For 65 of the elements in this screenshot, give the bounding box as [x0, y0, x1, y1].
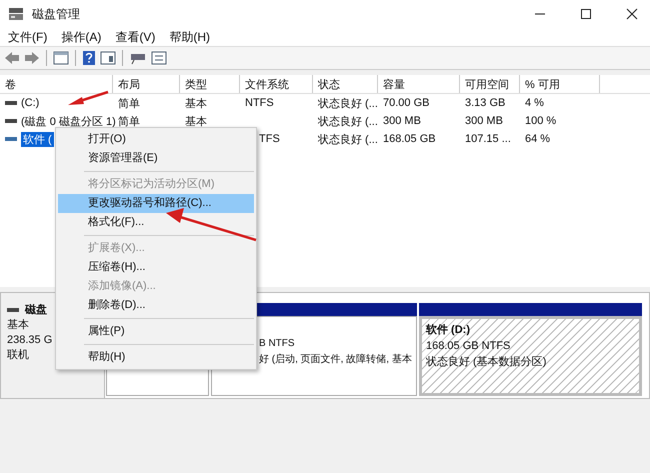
maximize-icon[interactable] [580, 8, 592, 20]
table-cell-text: 简单 [118, 96, 140, 110]
column-header[interactable]: % 可用 [520, 75, 600, 93]
table-cell: 300 MB [383, 115, 421, 127]
help-icon[interactable] [82, 50, 96, 66]
table-cell-text: 基本 [185, 114, 207, 128]
menu-item[interactable]: 属性(P) [58, 322, 254, 341]
forward-arrow-icon[interactable] [24, 51, 40, 65]
drive-icon [5, 100, 17, 106]
back-arrow-icon[interactable] [4, 51, 20, 65]
menu-item[interactable]: 文件(F) [8, 28, 48, 46]
volume-name[interactable]: (C:) [21, 97, 40, 109]
column-header[interactable]: 卷 [0, 75, 113, 93]
table-cell: 70.00 GB [383, 97, 430, 109]
column-header[interactable]: 状态 [313, 75, 378, 93]
window-title: 磁盘管理 [32, 6, 80, 22]
panel-icon[interactable] [53, 51, 69, 65]
column-header[interactable]: 文件系统 [240, 75, 313, 93]
column-header[interactable]: 类型 [180, 75, 240, 93]
table-cell-text: 状态良好 (... [318, 132, 378, 146]
column-header[interactable]: 布局 [113, 75, 180, 93]
annotation-arrow [68, 90, 108, 105]
menu-item[interactable]: 帮助(H) [169, 28, 210, 46]
table-cell: TFS [259, 133, 280, 145]
menu-item[interactable]: 删除卷(D)... [58, 296, 254, 315]
table-cell-text: 状态良好 (... [318, 96, 378, 110]
menu-item[interactable]: 打开(O) [58, 130, 254, 149]
partition-info: 状态良好 (基本数据分区) [426, 354, 546, 370]
volume-name[interactable]: 软件 ( [21, 132, 54, 146]
menu-item[interactable]: 更改驱动器号和路径(C)... [58, 194, 254, 213]
menu-item[interactable]: 帮助(H) [58, 348, 254, 367]
menu-item[interactable]: 格式化(F)... [58, 213, 254, 232]
table-cell-text: 简单 [118, 114, 140, 128]
volume-name[interactable]: (磁盘 0 磁盘分区 1) [21, 114, 116, 128]
partition-title: 软件 (D:) [426, 322, 471, 338]
menu-item[interactable]: 压缩卷(H)... [58, 258, 254, 277]
table-cell: 107.15 ... [465, 133, 511, 145]
partition-info: B NTFS [258, 337, 295, 351]
disk-name: 磁盘 [25, 303, 47, 318]
partition-info: 168.05 GB NTFS [426, 339, 510, 354]
close-icon[interactable] [626, 8, 638, 20]
disk-management-icon [8, 7, 24, 21]
drive-icon [5, 136, 17, 142]
table-cell: 168.05 GB [383, 133, 436, 145]
table-cell: 300 MB [465, 115, 503, 127]
column-header[interactable]: 容量 [378, 75, 460, 93]
table-cell: 4 % [525, 97, 544, 109]
table-cell-text: 状态良好 (... [318, 114, 378, 128]
menu-item[interactable]: 资源管理器(E) [58, 149, 254, 168]
table-cell: 64 % [525, 133, 550, 145]
menu-item[interactable]: 操作(A) [61, 28, 102, 46]
drive-icon [5, 118, 17, 124]
table-cell: NTFS [245, 97, 274, 109]
disk-status: 联机 [7, 348, 29, 363]
table-cell: 3.13 GB [465, 97, 506, 109]
drive-icon[interactable] [129, 51, 147, 65]
partition-info: 好 (启动, 页面文件, 故障转储, 基本 [258, 352, 412, 367]
panel-icon[interactable] [100, 51, 116, 65]
checklist-icon[interactable] [151, 51, 167, 65]
column-header[interactable]: 可用空间 [460, 75, 520, 93]
menu-item[interactable]: 查看(V) [115, 28, 156, 46]
table-cell: 100 % [525, 115, 556, 127]
disk-size: 238.35 G [7, 333, 52, 348]
disk-type: 基本 [7, 318, 29, 333]
table-cell-text: 基本 [185, 96, 207, 110]
